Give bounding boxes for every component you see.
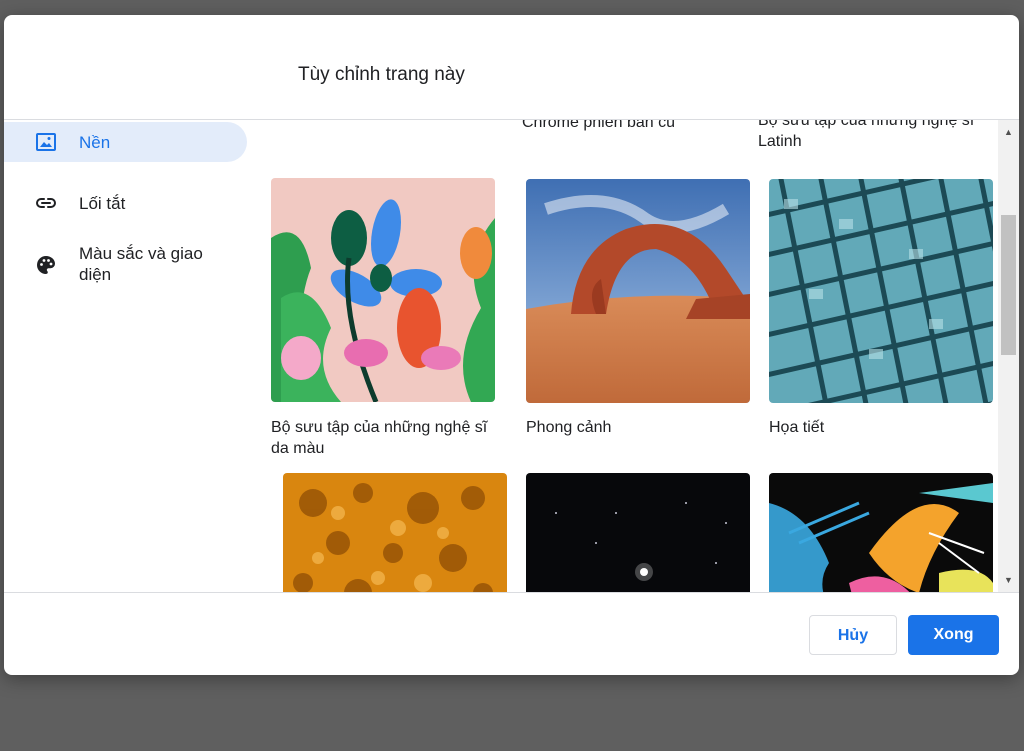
collection-tile-black-artists[interactable] bbox=[271, 178, 495, 402]
sidebar-item-color-theme[interactable]: Màu sắc và giao diện bbox=[4, 241, 247, 291]
image-icon bbox=[34, 130, 58, 154]
scroll-up-arrow-icon[interactable]: ▲ bbox=[998, 124, 1019, 140]
collection-tile-space[interactable] bbox=[526, 473, 750, 592]
cancel-button[interactable]: Hủy bbox=[809, 615, 897, 655]
sidebar-item-background[interactable]: Nền bbox=[4, 122, 247, 162]
content-scrollbar[interactable]: ▲ ▼ bbox=[998, 120, 1019, 592]
footer-divider bbox=[4, 592, 1019, 593]
sidebar-item-label: Màu sắc và giao diện bbox=[79, 244, 203, 284]
palette-icon bbox=[34, 253, 58, 277]
scroll-thumb[interactable] bbox=[1001, 215, 1016, 355]
customize-dialog: Tùy chỉnh trang này Nền Lối tắt Màu sắc … bbox=[4, 15, 1019, 675]
cutoff-label-chrome-classic[interactable]: Chrome phiên bản cũ bbox=[522, 120, 754, 133]
abstract-art-thumbnail bbox=[769, 473, 993, 592]
amber-thumbnail bbox=[283, 473, 507, 592]
sidebar-item-label: Lối tắt bbox=[79, 194, 126, 213]
tile-label: Phong cảnh bbox=[526, 419, 612, 436]
space-thumbnail bbox=[526, 473, 750, 592]
done-button[interactable]: Xong bbox=[908, 615, 999, 655]
landscape-thumbnail bbox=[526, 179, 750, 403]
dialog-title: Tùy chỉnh trang này bbox=[298, 64, 465, 85]
sidebar-item-label: Nền bbox=[79, 133, 111, 152]
collection-tile-textures[interactable] bbox=[769, 179, 993, 403]
link-icon bbox=[34, 191, 58, 215]
tile-label: Họa tiết bbox=[769, 419, 825, 436]
textures-thumbnail bbox=[769, 179, 993, 403]
black-artists-thumbnail bbox=[271, 178, 495, 402]
collection-tile-abstract-art[interactable] bbox=[769, 473, 993, 592]
sidebar-item-shortcuts[interactable]: Lối tắt bbox=[4, 183, 247, 223]
collection-tile-landscapes[interactable] bbox=[526, 179, 750, 403]
collection-tile-amber[interactable] bbox=[283, 473, 507, 592]
scroll-down-arrow-icon[interactable]: ▼ bbox=[998, 572, 1019, 588]
cutoff-label-latino-artists[interactable]: Bộ sưu tập của những nghệ sĩ Latinh bbox=[758, 120, 990, 152]
collections-grid: Chrome phiên bản cũ Bộ sưu tập của những… bbox=[247, 120, 998, 592]
tile-label: Bộ sưu tập của những nghệ sĩ da màu bbox=[271, 419, 488, 457]
